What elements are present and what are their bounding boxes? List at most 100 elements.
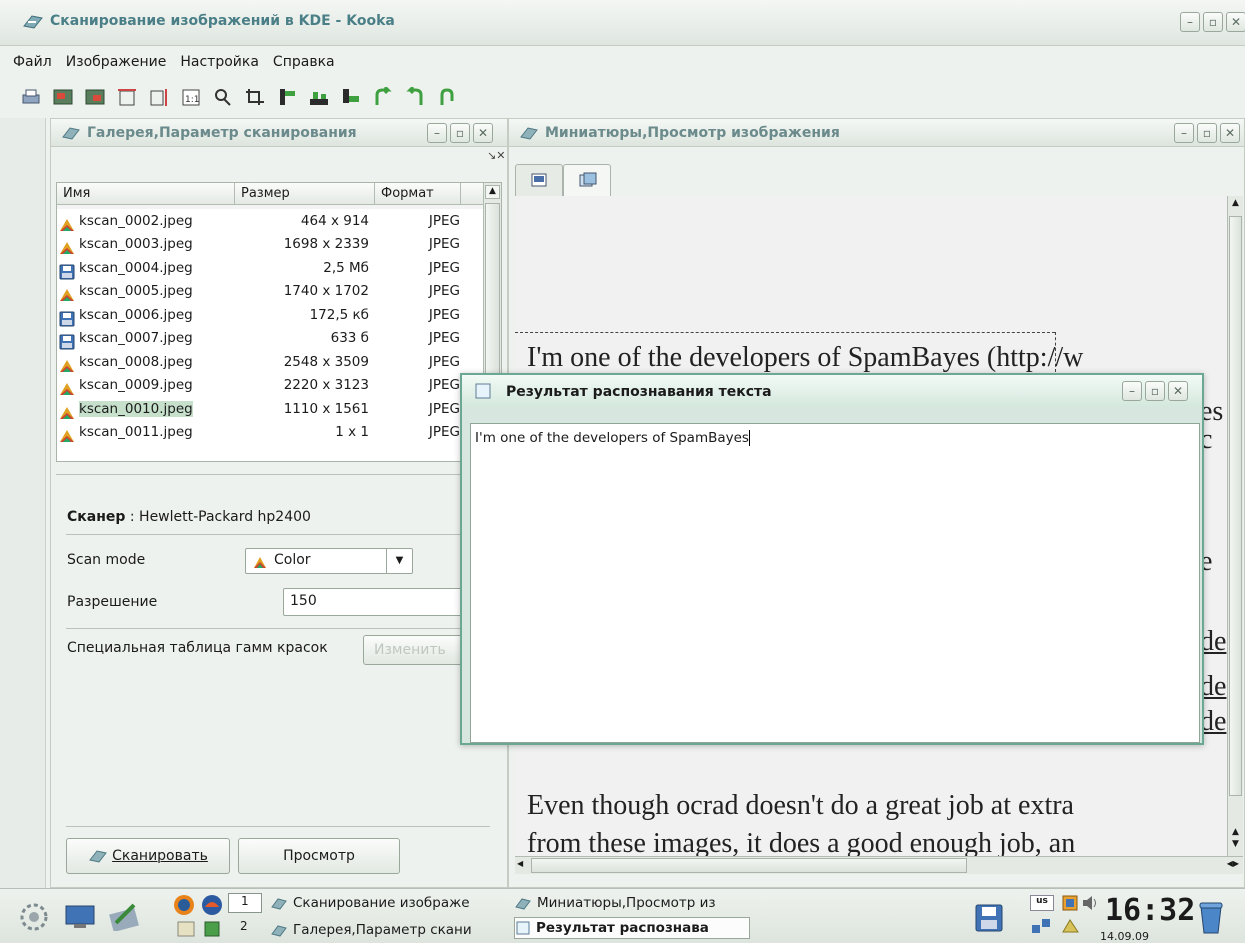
file-format: JPEG <box>428 400 460 417</box>
tab-thumbnails[interactable] <box>563 164 611 197</box>
preview-maximize-button[interactable]: ▫ <box>1197 123 1217 143</box>
network-icon[interactable] <box>1030 917 1052 937</box>
task-kooka-main[interactable]: Сканирование изображе <box>270 892 510 914</box>
task-label: Сканирование изображе <box>293 895 470 911</box>
keyboard-layout-indicator[interactable]: us <box>1030 895 1054 911</box>
task-gallery[interactable]: Галерея,Параметр скани <box>270 919 510 941</box>
maximize-button[interactable]: ▫ <box>1203 12 1223 32</box>
gallery-file-list[interactable]: Имя Размер Формат kscan_0002.jpeg 464 x 9… <box>56 182 502 462</box>
mirror-vertical-icon[interactable] <box>274 84 300 110</box>
menu-file[interactable]: Файл <box>6 54 59 70</box>
zoom-icon[interactable] <box>210 84 236 110</box>
window-titlebar[interactable]: Сканирование изображений в KDE - Kooka –… <box>0 0 1245 46</box>
scan-button[interactable]: Сканировать <box>66 838 230 874</box>
rotate-clockwise-icon[interactable] <box>370 84 396 110</box>
ocr-text-area[interactable]: I'm one of the developers of SpamBayes <box>470 423 1200 743</box>
scroll-right-arrows[interactable]: ◀▶ <box>1215 859 1239 871</box>
firefox-icon[interactable] <box>172 893 196 917</box>
task-ocr-result-active[interactable]: Результат распознава <box>514 917 750 939</box>
preview-hscroll-thumb[interactable] <box>531 858 967 873</box>
preview-minimize-button[interactable]: – <box>1174 123 1194 143</box>
image-icon <box>60 242 74 255</box>
fit-height-icon[interactable] <box>146 84 172 110</box>
file-row[interactable]: kscan_0011.jpeg 1 x 1 JPEG <box>57 421 501 445</box>
column-name[interactable]: Имя <box>57 183 235 204</box>
trash-icon[interactable] <box>1196 899 1226 935</box>
editor-icon[interactable] <box>108 901 142 931</box>
column-format[interactable]: Формат <box>375 183 461 204</box>
crop-icon[interactable] <box>242 84 268 110</box>
file-row[interactable]: kscan_0007.jpeg 633 б JPEG <box>57 327 501 351</box>
file-name-cell: kscan_0011.jpeg <box>57 424 239 443</box>
file-name-cell: kscan_0008.jpeg <box>57 354 239 372</box>
fit-width-icon[interactable] <box>114 84 140 110</box>
scroll-up-arrow[interactable]: ▲ <box>1229 198 1242 212</box>
preview-horizontal-scrollbar[interactable]: ◀ ◀▶ <box>515 856 1243 874</box>
gallery-panel-header[interactable]: Галерея,Параметр сканирования – ▫ ✕ <box>51 119 507 147</box>
resolution-field[interactable]: 150 <box>283 588 463 616</box>
file-row[interactable]: kscan_0006.jpeg 172,5 кб JPEG <box>57 303 501 327</box>
rotate-180-icon[interactable] <box>434 84 460 110</box>
show-desktop-icon[interactable] <box>64 903 96 931</box>
file-row[interactable]: kscan_0010.jpeg 1110 x 1561 JPEG <box>57 397 501 421</box>
floppy-icon <box>59 334 75 350</box>
utility-icon[interactable] <box>202 919 222 939</box>
file-row[interactable]: kscan_0004.jpeg 2,5 Мб JPEG <box>57 256 501 280</box>
file-row[interactable]: kscan_0008.jpeg 2548 x 3509 JPEG <box>57 350 501 374</box>
gallery-maximize-button[interactable]: ▫ <box>450 123 470 143</box>
mirror-both-icon[interactable] <box>338 84 364 110</box>
desktop-pager-2[interactable]: 2 <box>228 919 262 939</box>
gallery-minimize-button[interactable]: – <box>427 123 447 143</box>
gamma-edit-button[interactable]: Изменить <box>363 635 463 665</box>
ocr-close-button[interactable]: ✕ <box>1168 381 1188 401</box>
desktop-pager-1[interactable]: 1 <box>228 893 262 913</box>
scan-mode-select[interactable]: Color ▼ <box>245 548 413 574</box>
close-button[interactable]: ✕ <box>1226 12 1245 32</box>
scan-to-gallery-icon[interactable] <box>50 84 76 110</box>
ocr-maximize-button[interactable]: ▫ <box>1145 381 1165 401</box>
menu-help[interactable]: Справка <box>266 54 342 70</box>
preview-vertical-scrollbar[interactable]: ▲ ▲ ▼ <box>1227 196 1243 856</box>
tab-preview[interactable] <box>515 164 563 196</box>
chevron-down-icon[interactable]: ▼ <box>386 549 412 573</box>
document-line: Even though ocrad doesn't do a great job… <box>527 790 1074 821</box>
menu-image[interactable]: Изображение <box>59 54 174 70</box>
gallery-close-button[interactable]: ✕ <box>473 123 493 143</box>
preview-close-button[interactable]: ✕ <box>1220 123 1240 143</box>
kooka-icon <box>515 898 531 910</box>
kde-menu-icon[interactable] <box>18 901 50 933</box>
print-icon[interactable] <box>18 84 44 110</box>
menu-settings[interactable]: Настройка <box>173 54 266 70</box>
ocr-dialog-header[interactable]: Результат распознавания текста – ▫ ✕ <box>462 375 1202 407</box>
scroll-up-arrow[interactable]: ▲ <box>485 185 500 199</box>
preview-button[interactable]: Просмотр <box>238 838 400 874</box>
file-row[interactable]: kscan_0009.jpeg 2220 x 3123 JPEG <box>57 374 501 398</box>
clock[interactable]: 16:32 <box>1105 893 1195 928</box>
column-size[interactable]: Размер <box>235 183 375 204</box>
mirror-horizontal-icon[interactable] <box>306 84 332 110</box>
scan-from-gallery-icon[interactable] <box>82 84 108 110</box>
rotate-counterclockwise-icon[interactable] <box>402 84 428 110</box>
file-row[interactable]: kscan_0003.jpeg 1698 x 2339 JPEG <box>57 233 501 257</box>
volume-icon[interactable] <box>1080 893 1102 913</box>
ocr-minimize-button[interactable]: – <box>1122 381 1142 401</box>
thunderbird-icon[interactable] <box>200 893 224 917</box>
file-manager-icon[interactable] <box>176 919 196 939</box>
preview-panel-header[interactable]: Миниатюры,Просмотр изображения – ▫ ✕ <box>509 119 1244 147</box>
scroll-down-arrows[interactable]: ▲ ▼ <box>1229 826 1242 854</box>
update-notifier-icon[interactable] <box>1060 917 1082 937</box>
scroll-left-arrow[interactable]: ◀ <box>517 859 529 871</box>
task-preview[interactable]: Миниатюры,Просмотр из <box>514 892 750 914</box>
minimize-button[interactable]: – <box>1180 12 1200 32</box>
dock-undock-icon[interactable]: ↘✕ <box>487 149 505 162</box>
save-floppy-icon[interactable] <box>974 903 1004 933</box>
preview-scroll-thumb[interactable] <box>1229 216 1242 796</box>
original-size-icon[interactable]: 1:1 <box>178 84 204 110</box>
file-row[interactable]: kscan_0002.jpeg 464 x 914 JPEG <box>57 209 501 233</box>
file-format: JPEG <box>428 306 460 323</box>
file-name: kscan_0004.jpeg <box>79 259 193 276</box>
splitter[interactable] <box>56 474 502 475</box>
resolution-label: Разрешение <box>67 594 158 610</box>
file-row[interactable]: kscan_0005.jpeg 1740 x 1702 JPEG <box>57 280 501 304</box>
klipper-icon[interactable] <box>1060 893 1080 913</box>
